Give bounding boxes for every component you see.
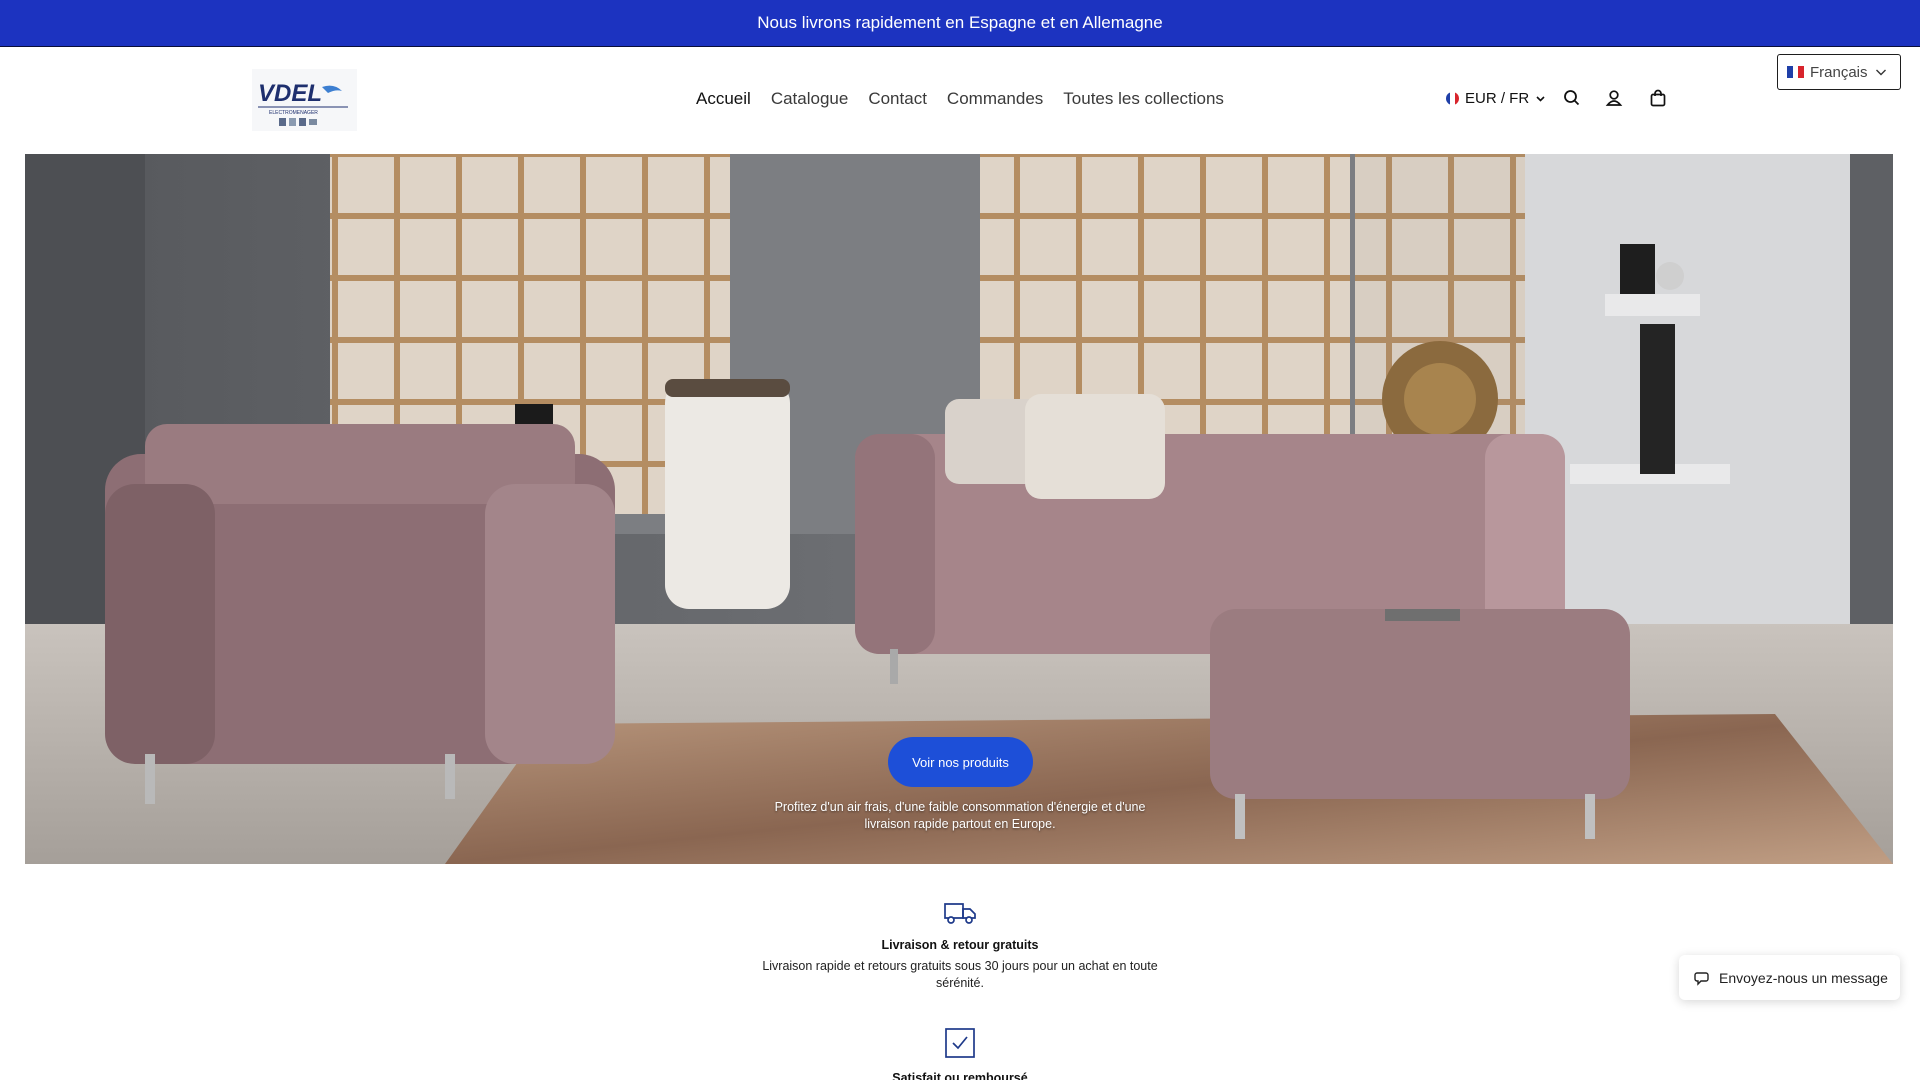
checkbox-icon	[945, 1028, 975, 1058]
svg-text:ELECTROMENAGER: ELECTROMENAGER	[269, 110, 318, 116]
chevron-down-icon	[1536, 96, 1545, 102]
chat-icon	[1694, 972, 1709, 986]
nav-item-catalogue[interactable]: Catalogue	[771, 89, 849, 109]
chat-label: Envoyez-nous un message	[1719, 969, 1888, 986]
announcement-text: Nous livrons rapidement en Espagne et en…	[757, 13, 1163, 32]
currency-locale-selector[interactable]: EUR / FR	[1446, 90, 1546, 107]
announcement-bar: Nous livrons rapidement en Espagne et en…	[0, 0, 1920, 47]
nav-item-contact[interactable]: Contact	[868, 89, 927, 109]
feature-title: Livraison & retour gratuits	[881, 938, 1039, 952]
cart-icon[interactable]	[1647, 87, 1669, 109]
site-logo[interactable]: VDEL ELECTROMENAGER	[252, 69, 357, 131]
nav-item-accueil[interactable]: Accueil	[696, 89, 751, 109]
feature-free-shipping: Livraison & retour gratuits Livraison ra…	[760, 900, 1160, 992]
site-header: VDEL ELECTROMENAGER Accueil Catalogue Co…	[0, 47, 1920, 154]
flag-icon	[1446, 92, 1459, 105]
chevron-down-icon	[1875, 69, 1886, 76]
truck-icon	[944, 903, 976, 924]
feature-title: Satisfait ou remboursé	[892, 1071, 1028, 1080]
language-value: Français	[1810, 63, 1868, 81]
main-nav: Accueil Catalogue Contact Commandes Tout…	[696, 89, 1224, 109]
feature-money-back: Satisfait ou remboursé	[760, 1027, 1160, 1080]
account-icon[interactable]	[1603, 87, 1625, 109]
search-icon[interactable]	[1561, 87, 1583, 109]
locale-label: EUR / FR	[1465, 90, 1530, 107]
feature-text: Livraison rapide et retours gratuits sou…	[762, 959, 1158, 990]
flag-icon	[1787, 66, 1805, 78]
hero-tagline: Profitez d'un air frais, d'une faible co…	[774, 800, 1146, 831]
language-selector[interactable]: Français	[1777, 54, 1901, 90]
svg-text:VDEL: VDEL	[258, 80, 322, 107]
features-section: Livraison & retour gratuits Livraison ra…	[0, 864, 1920, 1080]
chat-button[interactable]: Envoyez-nous un message	[1679, 955, 1900, 1000]
view-products-button[interactable]: Voir nos produits	[888, 737, 1033, 787]
hero-banner: Voir nos produits Profitez d'un air frai…	[25, 154, 1893, 864]
nav-item-toutes-les-collections[interactable]: Toutes les collections	[1063, 89, 1224, 109]
nav-item-commandes[interactable]: Commandes	[947, 89, 1043, 109]
